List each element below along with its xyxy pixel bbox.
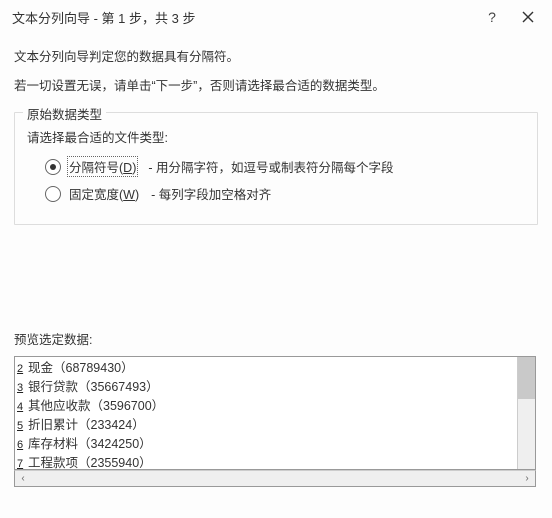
scroll-right-arrow-icon[interactable]: › bbox=[519, 471, 535, 486]
radio-fixed-width[interactable]: 固定宽度(W) - 每列字段加空格对齐 bbox=[45, 183, 525, 204]
preview-box: 2现金（68789430） 3银行贷款（35667493） 4其他应收款（359… bbox=[14, 356, 536, 470]
row-number: 6 bbox=[17, 436, 27, 454]
row-number: 2 bbox=[17, 360, 27, 378]
vertical-scrollbar[interactable] bbox=[517, 357, 535, 469]
row-number: 4 bbox=[17, 398, 27, 416]
preview-row: 6库存材料（3424250） bbox=[17, 435, 517, 454]
row-text: 现金（68789430） bbox=[28, 359, 134, 377]
titlebar: 文本分列向导 - 第 1 步，共 3 步 ? bbox=[0, 0, 552, 34]
window-title: 文本分列向导 - 第 1 步，共 3 步 bbox=[12, 8, 474, 27]
preview-row: 4其他应收款（3596700） bbox=[17, 397, 517, 416]
file-type-prompt: 请选择最合适的文件类型: bbox=[27, 127, 525, 146]
radio-dot-icon bbox=[50, 164, 56, 170]
scroll-left-arrow-icon[interactable]: ‹ bbox=[15, 471, 31, 486]
row-text: 其他应收款（3596700） bbox=[28, 397, 164, 415]
help-button[interactable]: ? bbox=[474, 6, 510, 28]
row-number: 5 bbox=[17, 417, 27, 435]
preview-row: 5折旧累计（233424） bbox=[17, 416, 517, 435]
spacer bbox=[14, 239, 538, 329]
row-number: 7 bbox=[17, 455, 27, 469]
radio-fixed-width-desc: - 每列字段加空格对齐 bbox=[151, 184, 271, 203]
radio-delimited-label: 分隔符号(D) bbox=[67, 156, 138, 177]
preview-row: 2现金（68789430） bbox=[17, 359, 517, 378]
close-icon bbox=[522, 11, 534, 23]
radio-delimited-indicator bbox=[45, 159, 61, 175]
preview-row: 3银行贷款（35667493） bbox=[17, 378, 517, 397]
preview-area: 2现金（68789430） 3银行贷款（35667493） 4其他应收款（359… bbox=[14, 356, 536, 487]
preview-label: 预览选定数据: bbox=[14, 329, 538, 348]
row-text: 折旧累计（233424） bbox=[28, 416, 145, 434]
radio-delimited[interactable]: 分隔符号(D) - 用分隔字符，如逗号或制表符分隔每个字段 bbox=[45, 156, 525, 177]
row-text: 银行贷款（35667493） bbox=[28, 378, 159, 396]
scrollbar-thumb[interactable] bbox=[518, 357, 535, 399]
preview-row: 7工程款项（2355940） bbox=[17, 454, 517, 469]
preview-content: 2现金（68789430） 3银行贷款（35667493） 4其他应收款（359… bbox=[15, 357, 517, 469]
close-button[interactable] bbox=[510, 6, 546, 28]
intro-line-1: 文本分列向导判定您的数据具有分隔符。 bbox=[14, 46, 538, 65]
original-data-type-group: 原始数据类型 请选择最合适的文件类型: 分隔符号(D) - 用分隔字符，如逗号或… bbox=[14, 112, 538, 225]
radio-fixed-width-indicator bbox=[45, 186, 61, 202]
radio-delimited-desc: - 用分隔字符，如逗号或制表符分隔每个字段 bbox=[148, 157, 393, 176]
radio-fixed-width-label: 固定宽度(W) bbox=[67, 183, 141, 204]
intro-line-2: 若一切设置无误，请单击“下一步”，否则请选择最合适的数据类型。 bbox=[14, 75, 538, 94]
group-legend: 原始数据类型 bbox=[23, 104, 106, 123]
dialog-body: 文本分列向导判定您的数据具有分隔符。 若一切设置无误，请单击“下一步”，否则请选… bbox=[0, 34, 552, 487]
row-text: 库存材料（3424250） bbox=[28, 435, 152, 453]
row-number: 3 bbox=[17, 379, 27, 397]
horizontal-scrollbar[interactable]: ‹ › bbox=[14, 470, 536, 487]
row-text: 工程款项（2355940） bbox=[28, 454, 152, 469]
